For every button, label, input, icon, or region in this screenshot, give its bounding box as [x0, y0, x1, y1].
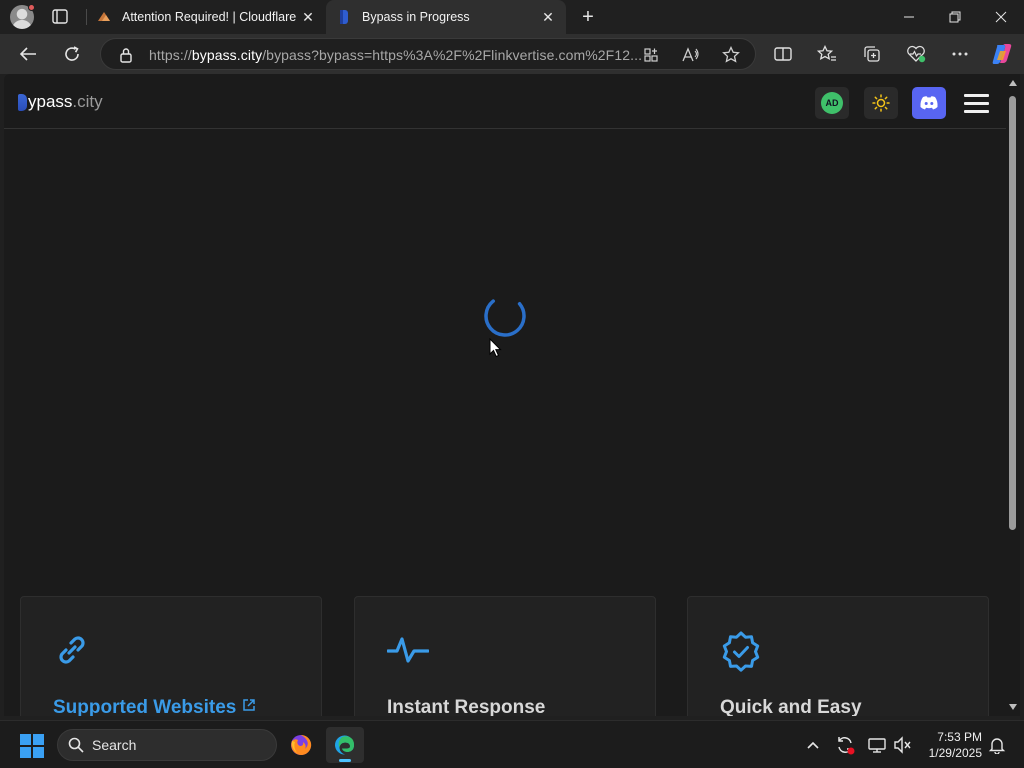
card-title-text: Supported Websites — [53, 697, 237, 716]
app-available-icon[interactable] — [641, 45, 661, 65]
feature-card-quick-and-easy: Quick and Easy — [687, 596, 989, 716]
split-screen-icon[interactable] — [772, 44, 794, 64]
page-viewport: ypass. city AD Supported Websites Instan… — [4, 74, 1006, 716]
url-scheme: https:// — [149, 47, 192, 63]
discord-icon — [920, 96, 938, 110]
favorites-icon[interactable] — [816, 44, 838, 64]
close-window-icon[interactable] — [978, 0, 1024, 34]
minimize-icon[interactable] — [886, 0, 932, 34]
scroll-up-arrow-icon[interactable] — [1009, 80, 1017, 86]
sync-status-icon[interactable] — [834, 734, 856, 756]
address-bar[interactable]: https://bypass.city/bypass?bypass=https%… — [100, 38, 756, 70]
lock-icon[interactable] — [119, 47, 133, 68]
windows-start-icon[interactable] — [20, 734, 44, 758]
read-aloud-icon[interactable] — [681, 45, 701, 65]
profile-notification-dot — [28, 4, 35, 11]
browser-essentials-icon[interactable] — [905, 44, 927, 64]
search-icon — [68, 737, 84, 753]
verified-badge-icon — [720, 631, 760, 672]
search-label: Search — [92, 737, 137, 753]
tab-bypass[interactable]: Bypass in Progress ✕ — [326, 0, 566, 34]
logo-domain: city — [77, 92, 103, 111]
supported-websites-link[interactable]: Supported Websites — [53, 697, 256, 716]
close-tab-icon[interactable]: ✕ — [298, 7, 318, 27]
loading-spinner — [482, 293, 528, 339]
card-title-text: Instant Response — [387, 697, 546, 716]
clock-time: 7:53 PM — [937, 730, 982, 744]
taskbar-clock[interactable]: 7:53 PM 1/29/2025 — [920, 729, 982, 761]
edge-taskbar-icon[interactable] — [326, 727, 364, 763]
browser-toolbar: https://bypass.city/bypass?bypass=https%… — [0, 34, 1024, 74]
tab-cloudflare[interactable]: Attention Required! | Cloudflare ✕ — [86, 0, 326, 34]
page-scrollbar[interactable] — [1006, 74, 1020, 716]
link-icon — [53, 631, 91, 669]
external-link-icon — [242, 699, 255, 711]
card-title-text: Quick and Easy — [720, 697, 862, 716]
volume-muted-icon[interactable] — [892, 734, 914, 756]
tab-strip: Attention Required! | Cloudflare ✕ Bypas… — [0, 0, 1024, 34]
new-tab-icon[interactable]: + — [577, 6, 599, 28]
site-logo[interactable]: ypass. city — [18, 92, 103, 112]
clock-date: 1/29/2025 — [928, 746, 982, 760]
site-header: ypass. city AD — [4, 74, 1006, 129]
notification-bell-icon[interactable] — [986, 734, 1008, 756]
restore-icon[interactable] — [932, 0, 978, 34]
feature-card-instant-response: Instant Response — [354, 596, 656, 716]
hamburger-menu-icon[interactable] — [964, 94, 989, 113]
network-icon[interactable] — [866, 734, 888, 756]
ad-toggle-button[interactable]: AD — [815, 87, 849, 119]
favorite-star-icon[interactable] — [721, 45, 741, 65]
show-hidden-icons-chevron-icon[interactable] — [802, 734, 824, 756]
theme-toggle-button[interactable] — [864, 87, 898, 119]
collections-icon[interactable] — [861, 44, 883, 64]
url-host: bypass.city — [191, 47, 263, 63]
tab-title: Bypass in Progress — [362, 10, 470, 24]
more-menu-icon[interactable] — [949, 44, 971, 64]
pulse-icon — [386, 631, 430, 669]
tab-actions-icon[interactable] — [50, 8, 70, 26]
active-app-indicator — [339, 759, 351, 762]
bypass-favicon-icon — [336, 9, 352, 25]
back-icon[interactable] — [13, 40, 43, 68]
close-tab-icon[interactable]: ✕ — [538, 7, 558, 27]
mouse-cursor-icon — [489, 337, 502, 358]
taskbar-search[interactable]: Search — [57, 729, 277, 761]
windows-taskbar: Search 7:53 PM 1/29/2025 — [0, 720, 1024, 768]
refresh-icon[interactable] — [57, 40, 87, 68]
scroll-thumb[interactable] — [1009, 96, 1016, 530]
url-path: /bypass?bypass=https%3A%2F%2Flinkvertise… — [262, 47, 643, 63]
cloudflare-favicon-icon — [96, 9, 112, 25]
logo-text: ypass — [28, 92, 73, 111]
logo-b-mark — [18, 93, 27, 111]
feature-card-supported-websites: Supported Websites — [20, 596, 322, 716]
tab-title: Attention Required! | Cloudflare — [122, 10, 297, 24]
firefox-taskbar-icon[interactable] — [282, 727, 320, 763]
scroll-down-arrow-icon[interactable] — [1009, 704, 1017, 710]
ad-badge: AD — [821, 92, 843, 114]
copilot-icon[interactable] — [990, 44, 1014, 64]
sun-icon — [872, 94, 890, 112]
discord-button[interactable] — [912, 87, 946, 119]
url-text[interactable]: https://bypass.city/bypass?bypass=https%… — [149, 47, 642, 63]
